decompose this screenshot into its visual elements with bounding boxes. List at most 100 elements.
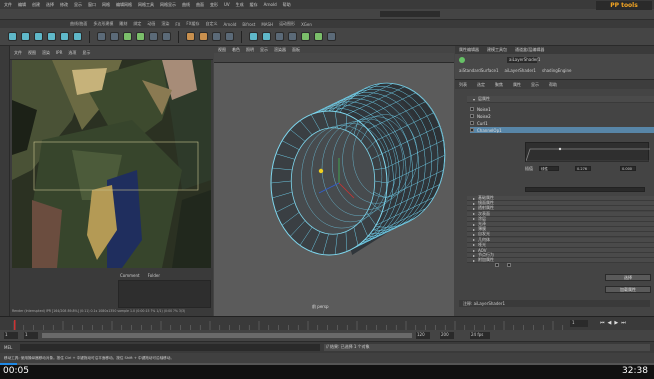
ae-subtab[interactable]: 选定 xyxy=(477,82,485,88)
interp-select[interactable]: 线性 xyxy=(539,166,559,171)
node-tab[interactable]: aiLayerShader1 xyxy=(505,68,536,73)
menu-item[interactable]: 选择 xyxy=(46,2,54,8)
viewport-menu-item[interactable]: 面板 xyxy=(292,47,300,53)
delete-history-icon[interactable] xyxy=(327,32,336,41)
menu-item[interactable]: 曲面 xyxy=(196,2,204,8)
ae-tab[interactable]: 通道盒/层编辑器 xyxy=(515,47,544,53)
freeze-icon[interactable] xyxy=(301,32,310,41)
start-field[interactable]: 1 xyxy=(4,332,18,339)
soft-select-icon[interactable] xyxy=(288,32,297,41)
menu-item[interactable]: 网格 xyxy=(102,2,110,8)
shelf-tab[interactable]: 动画 xyxy=(147,21,155,27)
command-input[interactable] xyxy=(20,344,320,351)
render-menu-item[interactable]: 渲染 xyxy=(42,50,50,56)
viewport-menu-item[interactable]: 照明 xyxy=(246,47,254,53)
shelf-tab[interactable]: Arnold xyxy=(223,22,236,27)
menu-item[interactable]: 生成 xyxy=(236,2,244,8)
layer-checkbox[interactable] xyxy=(470,114,474,118)
menu-item[interactable]: 编辑 xyxy=(18,2,26,8)
layer-checkbox[interactable] xyxy=(470,121,474,125)
range-start-field[interactable]: 1 xyxy=(24,332,38,339)
node-tab[interactable]: shadingEngine xyxy=(542,68,572,73)
end-field[interactable]: 200 xyxy=(440,332,454,339)
cone-icon[interactable] xyxy=(47,32,56,41)
tab-comment[interactable]: Comment xyxy=(120,273,140,278)
shelf-tab[interactable]: 曲线/曲面 xyxy=(70,21,87,27)
node-name-field[interactable]: aiLayerShader1 xyxy=(507,57,540,63)
viewport-menu-item[interactable]: 着色 xyxy=(232,47,240,53)
separate-icon[interactable] xyxy=(110,32,119,41)
menu-item[interactable]: 缓存 xyxy=(250,2,258,8)
bevel-icon[interactable] xyxy=(149,32,158,41)
layer-checkbox[interactable] xyxy=(470,107,474,111)
viewport-menu-item[interactable]: 视图 xyxy=(218,47,226,53)
ae-subtab[interactable]: 帮助 xyxy=(549,82,557,88)
menu-item[interactable]: 变形 xyxy=(210,2,218,8)
render-image[interactable] xyxy=(12,60,211,268)
shelf-tab[interactable]: FX缓存 xyxy=(186,21,199,27)
skip-back-icon[interactable]: ⏮ xyxy=(600,320,605,326)
render-menu-item[interactable]: 选项 xyxy=(68,50,76,56)
ae-subtab[interactable]: 聚焦 xyxy=(495,82,503,88)
range-bar[interactable] xyxy=(42,333,412,338)
fill-hole-icon[interactable] xyxy=(162,32,171,41)
fps-select[interactable]: 24 fps xyxy=(470,332,490,339)
shelf-tab[interactable]: 多边形建模 xyxy=(93,21,113,27)
mirror-icon[interactable] xyxy=(225,32,234,41)
sphere-icon[interactable] xyxy=(8,32,17,41)
layer-row[interactable]: Noise2 xyxy=(470,113,654,119)
option-checkbox[interactable] xyxy=(507,263,511,267)
search-field[interactable] xyxy=(380,11,440,17)
node-tab[interactable]: aiStandardSurface1 xyxy=(459,68,499,73)
center-pivot-icon[interactable] xyxy=(314,32,323,41)
current-frame-field[interactable]: 1 xyxy=(570,320,588,327)
ae-tab[interactable]: 属性编辑器 xyxy=(459,47,479,53)
render-menu-item[interactable]: IPR xyxy=(56,50,62,55)
section-layer-attrs[interactable]: ▾ 层属性 xyxy=(467,96,654,103)
menu-item[interactable]: 修改 xyxy=(60,2,68,8)
shelf-tab[interactable]: FX xyxy=(175,22,180,27)
plane-icon[interactable] xyxy=(73,32,82,41)
ae-subtab[interactable]: 属性 xyxy=(513,82,521,88)
ae-tab[interactable]: 建模工具包 xyxy=(487,47,507,53)
target-weld-icon[interactable] xyxy=(199,32,208,41)
option-checkbox[interactable] xyxy=(495,263,499,267)
torus-icon[interactable] xyxy=(60,32,69,41)
layer-row[interactable]: ChannelOp1 xyxy=(470,127,654,133)
load-attributes-button[interactable]: 加载属性 xyxy=(605,286,651,293)
layer-checkbox[interactable] xyxy=(470,128,474,132)
comment-box[interactable] xyxy=(118,280,211,308)
menu-item[interactable]: 网格显示 xyxy=(160,2,176,8)
planar-uv-icon[interactable] xyxy=(249,32,258,41)
ae-subtab[interactable]: 列表 xyxy=(459,82,467,88)
extrude-icon[interactable] xyxy=(123,32,132,41)
shelf-tab[interactable]: MASH xyxy=(261,22,273,27)
shelf-tab[interactable]: 运动图形 xyxy=(279,21,295,27)
multi-cut-icon[interactable] xyxy=(186,32,195,41)
time-slider[interactable]: 1 ⏮ ◀ ▶ ⏭ xyxy=(0,316,654,330)
ramp-widget[interactable] xyxy=(525,142,650,162)
shelf-tab[interactable]: XGen xyxy=(301,22,312,27)
position-field[interactable]: 0.276 xyxy=(575,166,591,171)
play-icon[interactable]: ▶ xyxy=(614,320,618,326)
cylinder-icon[interactable] xyxy=(34,32,43,41)
menu-item[interactable]: 帮助 xyxy=(283,2,291,8)
ramp-point[interactable] xyxy=(558,147,562,151)
step-back-icon[interactable]: ◀ xyxy=(608,320,612,326)
menu-item[interactable]: 编辑网格 xyxy=(116,2,132,8)
layer-row[interactable]: Curl1 xyxy=(470,120,654,126)
render-menu-item[interactable]: 显示 xyxy=(82,50,90,56)
blend-field[interactable] xyxy=(525,187,645,192)
viewport-menu-item[interactable]: 渲染器 xyxy=(274,47,286,53)
shelf-tab[interactable]: 渲染 xyxy=(161,21,169,27)
render-menu-item[interactable]: 视图 xyxy=(28,50,36,56)
cube-icon[interactable] xyxy=(21,32,30,41)
menu-item[interactable]: 窗口 xyxy=(88,2,96,8)
layer-row[interactable]: Noise1 xyxy=(470,106,654,112)
range-end-field[interactable]: 120 xyxy=(416,332,430,339)
combine-icon[interactable] xyxy=(97,32,106,41)
menu-item[interactable]: Arnold xyxy=(264,2,277,7)
menu-item[interactable]: 曲线 xyxy=(182,2,190,8)
menu-item[interactable]: 显示 xyxy=(74,2,82,8)
skip-forward-icon[interactable]: ⏭ xyxy=(621,320,626,326)
